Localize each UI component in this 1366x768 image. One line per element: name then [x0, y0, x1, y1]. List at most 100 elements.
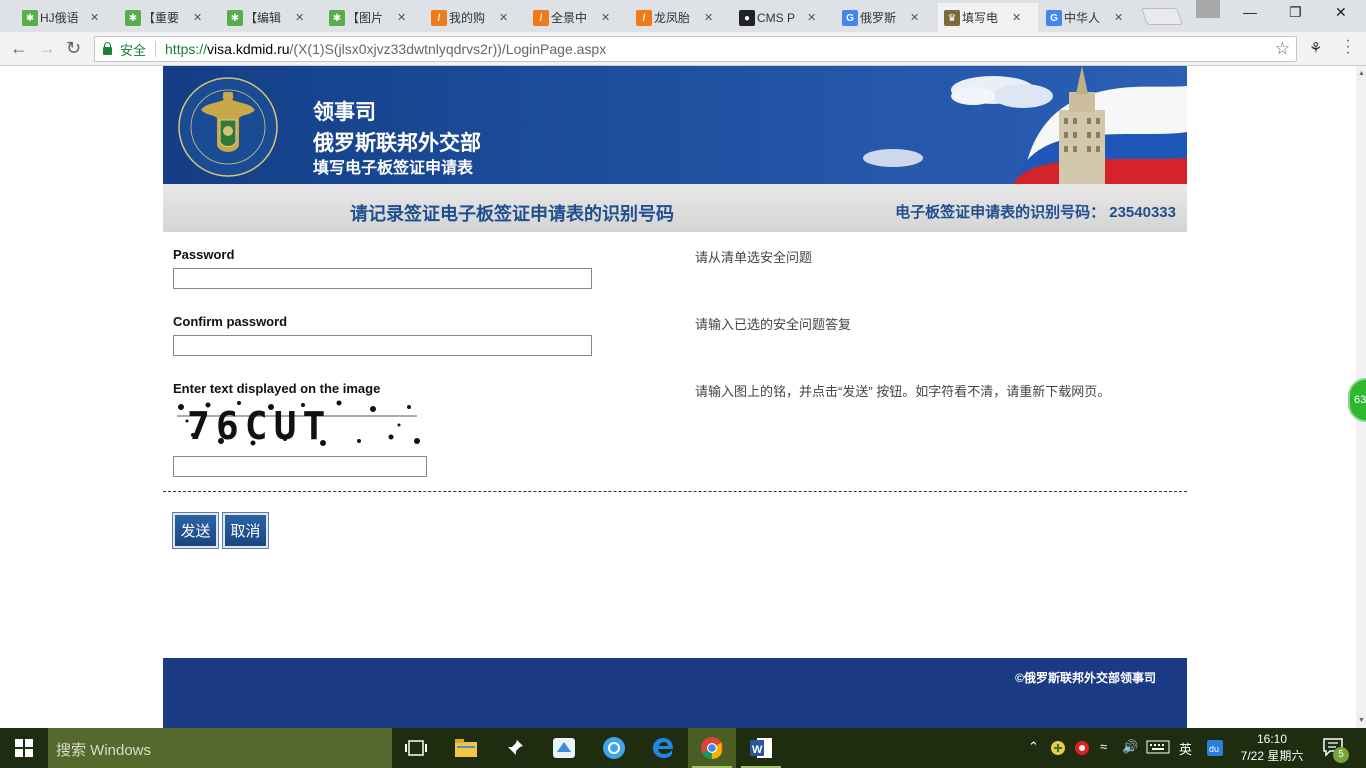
identification-notice: 请记录签证电子板签证申请表的识别号码: [350, 204, 674, 224]
captcha-hint: 请输入图上的铭，并点击“发送” 按钮。如字符看不清，请重新下载网页。: [695, 384, 1111, 399]
chrome-taskbar-icon[interactable]: [688, 728, 736, 768]
tab-close-icon[interactable]: ✕: [910, 11, 919, 24]
tab-close-icon[interactable]: ✕: [601, 11, 610, 24]
tab-title: 【重要: [143, 11, 180, 25]
tab-title: 俄罗斯: [860, 11, 897, 25]
form-divider: [163, 491, 1187, 492]
edge-browser-icon[interactable]: [639, 728, 687, 768]
clock-time: 16:10: [1256, 732, 1288, 746]
application-id: 电子板签证申请表的识别号码： 23540333: [895, 201, 1176, 222]
tab-close-icon[interactable]: ✕: [704, 11, 713, 24]
browser-tab[interactable]: / 龙凤胎 ✕: [630, 3, 730, 32]
wifi-icon[interactable]: ≈: [1100, 739, 1107, 754]
tab-title: 填写电: [962, 11, 999, 25]
page-header-banner: 领事司 俄罗斯联邦外交部 填写电子板签证申请表: [163, 66, 1187, 184]
tab-close-icon[interactable]: ✕: [90, 11, 99, 24]
tab-title: 龙凤胎: [654, 11, 691, 25]
extension-icon[interactable]: ⚘: [1309, 39, 1322, 57]
browser-tab[interactable]: / 我的购 ✕: [425, 3, 525, 32]
browser-toolbar: ← → ↻ 安全 https://visa.kdmid.ru/(X(1)S(jl…: [0, 32, 1366, 66]
banner-flag-building-image: [863, 66, 1187, 184]
tab-title: 全景中: [551, 11, 588, 25]
browser-tab[interactable]: ✱ 【图片 ✕: [323, 3, 423, 32]
close-window-icon[interactable]: ✕: [1335, 4, 1347, 21]
aliyun-icon: /: [533, 10, 549, 26]
baidu-ime-icon[interactable]: du: [1207, 740, 1223, 759]
taskbar-search-box[interactable]: 搜索 Windows: [48, 728, 392, 768]
hj-icon: ✱: [22, 10, 38, 26]
forward-icon[interactable]: →: [38, 38, 56, 59]
tab-strip: ✱ HJ俄语 ✕ ✱ 【重要 ✕ ✱ 【编辑 ✕ ✱ 【图片 ✕ / 我的购 ✕ / 全景中 ✕ / 龙凤胎 ✕ ● CMS…: [0, 0, 1366, 32]
tray-app-icon[interactable]: [1050, 740, 1066, 759]
new-tab-button[interactable]: [1140, 8, 1184, 25]
lock-icon: [103, 41, 112, 55]
browser-tab[interactable]: / 全景中 ✕: [527, 3, 627, 32]
menu-icon[interactable]: · · ·: [1345, 33, 1351, 61]
tab-title: HJ俄语: [40, 11, 79, 25]
tray-music-icon[interactable]: [1074, 740, 1090, 759]
user-profile-icon[interactable]: [1196, 0, 1220, 18]
captcha-image: 76CUT: [173, 397, 425, 449]
address-bar[interactable]: 安全 https://visa.kdmid.ru/(X(1)S(jlsx0xjv…: [94, 36, 1297, 62]
tab-close-icon[interactable]: ✕: [499, 11, 508, 24]
browser-tab[interactable]: ✱ 【编辑 ✕: [221, 3, 321, 32]
security-question-hint: 请从清单选安全问题: [695, 250, 813, 265]
google-icon: G: [1046, 10, 1062, 26]
confirm-password-input[interactable]: [173, 335, 592, 356]
google-icon: G: [842, 10, 858, 26]
mail-bird-icon[interactable]: [540, 728, 588, 768]
page-footer: ©俄罗斯联邦外交部领事司: [163, 658, 1187, 728]
tab-close-icon[interactable]: ✕: [807, 11, 816, 24]
word-taskbar-icon[interactable]: W: [737, 728, 785, 768]
application-id-label: 电子板签证申请表的识别号码：: [895, 204, 1106, 221]
tab-close-icon[interactable]: ✕: [1012, 11, 1021, 24]
browser-tab[interactable]: ♛ 填写电 ✕: [938, 3, 1038, 32]
tab-title: CMS P: [757, 10, 796, 25]
volume-icon[interactable]: 🔊: [1122, 739, 1138, 755]
pin-app-icon[interactable]: [491, 728, 539, 768]
bookmark-star-icon[interactable]: ☆: [1275, 39, 1290, 59]
notification-count-badge: 5: [1333, 747, 1349, 763]
ime-indicator[interactable]: 英: [1179, 739, 1192, 758]
keyboard-icon[interactable]: [1146, 740, 1170, 757]
tab-close-icon[interactable]: ✕: [193, 11, 202, 24]
start-button[interactable]: [0, 728, 48, 768]
tab-close-icon[interactable]: ✕: [397, 11, 406, 24]
browser-tab[interactable]: G 中华人 ✕: [1040, 3, 1140, 32]
url-host: visa.kdmid.ru: [207, 41, 290, 57]
header-department: 领事司: [313, 101, 376, 124]
taskbar-clock[interactable]: 16:10 7/22 星期六: [1234, 731, 1310, 765]
tab-title: 中华人: [1064, 11, 1101, 25]
confirm-password-label: Confirm password: [173, 314, 288, 329]
tab-title: 我的购: [449, 11, 486, 25]
identification-bar: 请记录签证电子板签证申请表的识别号码 电子板签证申请表的识别号码： 235403…: [163, 184, 1187, 232]
aliyun-icon: /: [636, 10, 652, 26]
password-input[interactable]: [173, 268, 592, 289]
browser-tab[interactable]: ✱ 【重要 ✕: [119, 3, 219, 32]
captcha-label: Enter text displayed on the image: [173, 381, 381, 396]
tab-close-icon[interactable]: ✕: [295, 11, 304, 24]
submit-button[interactable]: 发送: [173, 513, 218, 548]
browser-tab[interactable]: ● CMS P ✕: [733, 3, 833, 32]
floating-side-badge[interactable]: 63: [1348, 378, 1366, 422]
tab-close-icon[interactable]: ✕: [1114, 11, 1123, 24]
reload-icon[interactable]: ↻: [66, 38, 81, 59]
baidu-netdisk-icon[interactable]: [590, 728, 638, 768]
tray-expand-icon[interactable]: ⌃: [1028, 739, 1039, 755]
cancel-button[interactable]: 取消: [223, 513, 268, 548]
hj-icon: ✱: [227, 10, 243, 26]
task-view-icon[interactable]: [392, 728, 440, 768]
captcha-text: 76CUT: [187, 404, 331, 448]
back-icon[interactable]: ←: [10, 38, 28, 59]
secure-label: 安全: [120, 42, 147, 58]
footer-copyright: ©俄罗斯联邦外交部领事司: [1015, 671, 1156, 685]
restore-icon[interactable]: ❐: [1289, 4, 1302, 21]
minimize-icon[interactable]: —: [1243, 4, 1257, 20]
captcha-input[interactable]: [173, 456, 427, 477]
browser-tab[interactable]: ✱ HJ俄语 ✕: [16, 3, 116, 32]
hj-icon: ✱: [329, 10, 345, 26]
svg-text:du: du: [1209, 744, 1219, 754]
browser-tab[interactable]: G 俄罗斯 ✕: [836, 3, 936, 32]
mfa-emblem-icon: [178, 77, 278, 177]
file-explorer-icon[interactable]: [442, 728, 490, 768]
